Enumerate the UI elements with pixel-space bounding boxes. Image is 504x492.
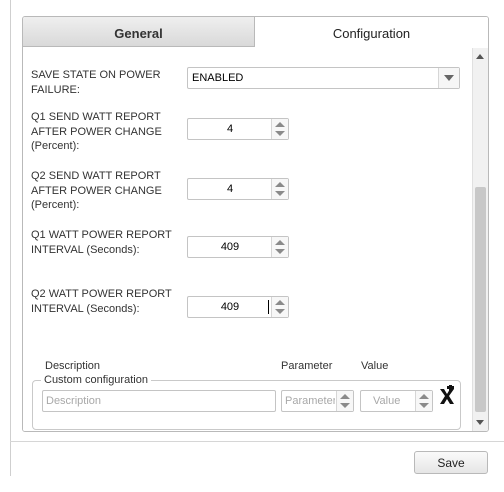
custom-configuration-legend: Custom configuration xyxy=(44,374,148,386)
spin-down-icon[interactable] xyxy=(340,403,350,408)
q1-watt-report-label: Q1 SEND WATT REPORT AFTER POWER CHANGE (… xyxy=(31,111,162,152)
save-state-select[interactable]: ENABLED xyxy=(187,67,460,89)
spin-down-icon[interactable] xyxy=(419,403,429,408)
spin-down-icon[interactable] xyxy=(275,249,285,254)
dropdown-arrow-icon[interactable] xyxy=(438,68,459,88)
text-caret xyxy=(268,300,269,314)
spin-up-icon[interactable] xyxy=(275,300,285,305)
q2-interval-label: Q2 WATT POWER REPORT INTERVAL (Seconds): xyxy=(31,288,172,315)
tab-bar: General Configuration xyxy=(23,17,488,48)
configuration-content: SAVE STATE ON POWER FAILURE: ENABLED Q1 … xyxy=(23,48,471,431)
save-state-label: SAVE STATE ON POWER FAILURE: xyxy=(31,69,161,96)
value-label: Value xyxy=(361,360,389,372)
q2-interval-value[interactable]: 409 xyxy=(188,301,272,313)
q1-interval-value[interactable]: 409 xyxy=(188,241,272,253)
vertical-scrollbar[interactable] xyxy=(472,48,488,431)
spin-down-icon[interactable] xyxy=(275,191,285,196)
tab-general[interactable]: General xyxy=(23,17,255,47)
spinner-buttons[interactable] xyxy=(271,297,288,317)
spin-down-icon[interactable] xyxy=(275,309,285,314)
spin-up-icon[interactable] xyxy=(275,122,285,127)
parameter-placeholder: Parameter xyxy=(285,395,335,407)
spin-up-icon[interactable] xyxy=(275,182,285,187)
save-button[interactable]: Save xyxy=(414,451,488,474)
q2-watt-report-spinner[interactable]: 4 xyxy=(187,178,289,200)
scrollbar-thumb[interactable] xyxy=(475,187,486,412)
description-input[interactable]: Description xyxy=(42,390,276,412)
spinner-buttons[interactable] xyxy=(271,119,288,139)
spinner-buttons[interactable] xyxy=(415,391,432,411)
spin-down-icon[interactable] xyxy=(275,131,285,136)
q1-watt-report-spinner[interactable]: 4 xyxy=(187,118,289,140)
spinner-buttons[interactable] xyxy=(336,391,353,411)
q2-interval-spinner[interactable]: 409 xyxy=(187,296,289,318)
save-state-value: ENABLED xyxy=(192,72,244,84)
spin-up-icon[interactable] xyxy=(340,394,350,399)
parameter-label: Parameter xyxy=(281,360,333,372)
footer-divider xyxy=(10,441,504,442)
q2-watt-report-label: Q2 SEND WATT REPORT AFTER POWER CHANGE (… xyxy=(31,170,162,211)
description-label: Description xyxy=(45,360,101,372)
add-config-icon[interactable] xyxy=(437,384,457,407)
tab-configuration[interactable]: Configuration xyxy=(255,17,488,47)
parameter-input[interactable]: Parameter xyxy=(281,390,354,412)
q2-watt-report-value[interactable]: 4 xyxy=(188,183,272,195)
spin-up-icon[interactable] xyxy=(275,240,285,245)
q1-interval-label: Q1 WATT POWER REPORT INTERVAL (Seconds): xyxy=(31,229,172,256)
settings-panel: General Configuration SAVE STATE ON POWE… xyxy=(22,16,489,432)
q1-watt-report-value[interactable]: 4 xyxy=(188,123,272,135)
left-panel-edge xyxy=(0,0,11,476)
scroll-down-icon[interactable] xyxy=(476,420,484,425)
spinner-buttons[interactable] xyxy=(271,237,288,257)
scroll-up-icon[interactable] xyxy=(476,54,484,59)
q1-interval-spinner[interactable]: 409 xyxy=(187,236,289,258)
spin-up-icon[interactable] xyxy=(419,394,429,399)
value-placeholder: Value xyxy=(373,395,401,407)
spinner-buttons[interactable] xyxy=(271,179,288,199)
description-placeholder: Description xyxy=(46,395,102,407)
value-input[interactable]: Value xyxy=(360,390,433,412)
